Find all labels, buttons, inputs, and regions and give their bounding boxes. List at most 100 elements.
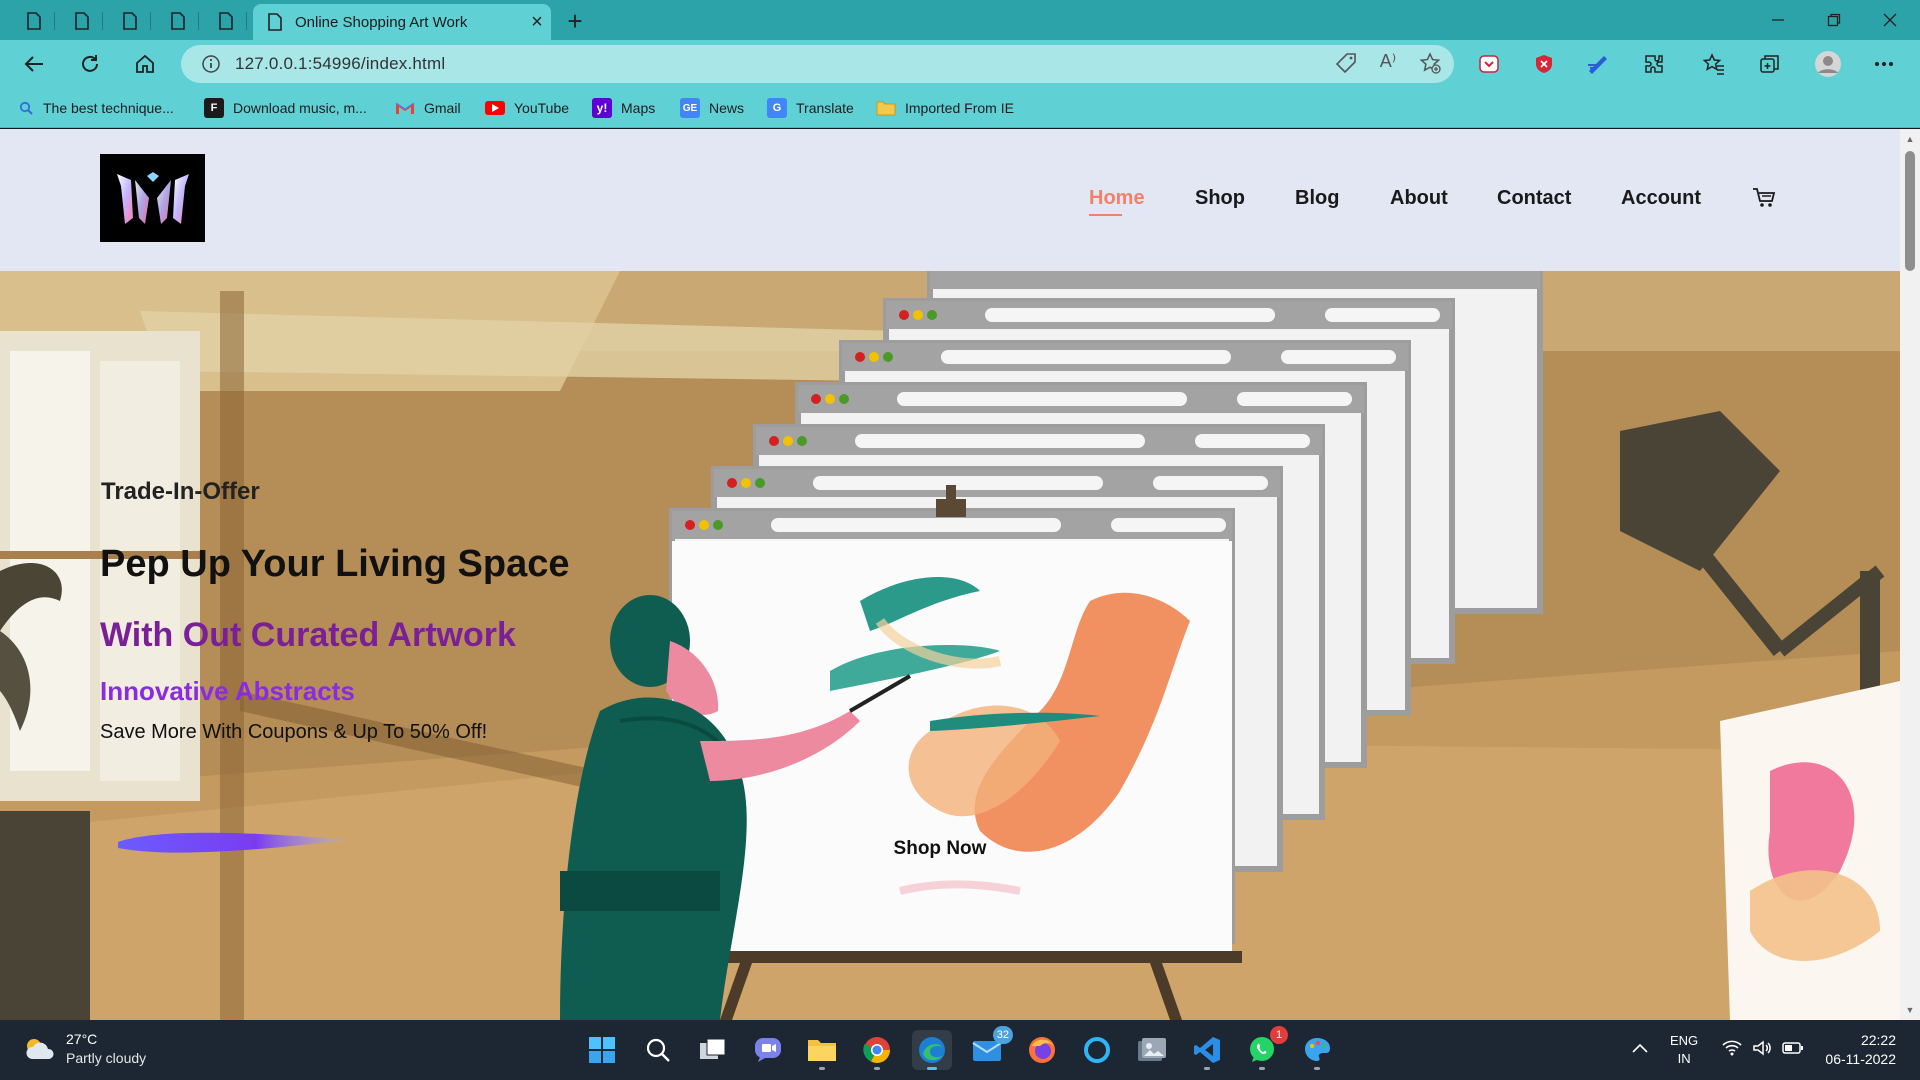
hero-subheadline: Innovative Abstracts [100,676,355,706]
nav-account[interactable]: Account [1621,187,1701,210]
bookmark-item[interactable]: Imported From IE [876,96,1014,120]
bookmark-label: Download music, m... [233,100,367,116]
page-scrollbar[interactable]: ▲ ▼ [1900,129,1920,1020]
close-icon [1883,13,1897,27]
mail-button[interactable]: 32 [967,1026,1013,1070]
task-view-button[interactable] [693,1030,733,1070]
photos-icon [1138,1038,1166,1061]
tab-bar: Online Shopping Art Work × + [0,0,1920,40]
bookmark-item[interactable]: F Download music, m... [204,96,367,120]
bookmark-item[interactable]: GE News [680,96,744,120]
clock[interactable]: 22:22 06-11-2022 [1820,1031,1896,1069]
bookmark-item[interactable]: YouTube [485,96,569,120]
collections-icon[interactable] [1756,50,1784,78]
search-icon [18,98,34,118]
nav-shop[interactable]: Shop [1195,187,1245,210]
vscode-button[interactable] [1187,1030,1227,1070]
teams-chat-button[interactable] [748,1030,788,1070]
url-text[interactable]: 127.0.0.1:54996/index.html [235,54,445,74]
nav-contact[interactable]: Contact [1497,187,1571,210]
profile-avatar-icon[interactable] [1814,50,1842,78]
system-tray[interactable] [1722,1040,1804,1056]
hero-headline: With Out Curated Artwork [100,616,516,654]
lang-bottom: IN [1677,1051,1691,1066]
chrome-button[interactable] [857,1030,897,1070]
page-icon [219,12,233,30]
more-menu-icon[interactable] [1870,50,1898,78]
news-icon: GE [680,98,700,118]
pinned-tab[interactable] [158,6,199,36]
language-indicator[interactable]: ENG IN [1670,1032,1698,1068]
bookmark-label: Imported From IE [905,100,1014,116]
file-explorer-button[interactable] [802,1030,842,1070]
pocket-extension-icon[interactable] [1475,50,1503,78]
bookmark-item[interactable]: G Translate [767,96,854,120]
weather-temp: 27°C [66,1031,98,1047]
paint-button[interactable] [1297,1030,1337,1070]
refresh-button[interactable] [72,46,108,82]
active-tab[interactable]: Online Shopping Art Work × [253,4,551,40]
translate-icon: G [767,98,787,118]
scroll-up-icon[interactable]: ▲ [1904,133,1916,145]
home-icon [136,54,154,73]
photos-button[interactable] [1132,1030,1172,1070]
page-icon [27,12,41,30]
back-arrow-icon [24,56,43,72]
hero-section: Trade-In-Offer Pep Up Your Living Space … [0,271,1900,1020]
nav-about[interactable]: About [1390,187,1448,210]
pinned-tab[interactable] [14,6,55,36]
favorites-icon[interactable] [1700,50,1728,78]
read-aloud-icon[interactable]: A⁾ [1376,51,1400,80]
bookmark-label: Gmail [424,100,461,116]
nav-blog[interactable]: Blog [1295,187,1339,210]
hero-title: Pep Up Your Living Space [100,543,570,585]
yahoo-icon: y! [592,98,612,118]
logo-icon[interactable] [100,154,205,242]
cortana-button[interactable] [1077,1030,1117,1070]
minimize-button[interactable] [1750,0,1806,40]
new-tab-button[interactable]: + [558,6,592,36]
pinned-tab[interactable] [62,6,103,36]
pinned-tab[interactable] [206,6,247,36]
info-icon [202,55,220,73]
page-icon [75,12,89,30]
show-hidden-icons[interactable] [1632,1040,1648,1056]
close-window-button[interactable] [1862,0,1918,40]
scroll-thumb[interactable] [1905,151,1915,271]
address-bar[interactable]: 127.0.0.1:54996/index.html A⁾ [181,45,1454,83]
running-indicator [874,1067,880,1070]
shield-extension-icon[interactable] [1530,50,1558,78]
tag-icon[interactable] [1334,51,1358,80]
close-tab-icon[interactable]: × [523,8,551,36]
minimize-icon [1772,19,1784,21]
running-indicator [1204,1067,1210,1070]
scroll-down-icon[interactable]: ▼ [1904,1004,1916,1016]
shop-now-button[interactable]: Shop Now [884,831,996,867]
start-button[interactable] [582,1030,622,1070]
restore-button[interactable] [1806,0,1862,40]
pinned-tab[interactable] [110,6,151,36]
bookmark-item[interactable]: y! Maps [592,96,655,120]
extensions-icon[interactable] [1640,50,1668,78]
edge-button[interactable] [912,1030,952,1070]
bookmark-item[interactable]: Gmail [395,96,461,120]
weather-desc: Partly cloudy [66,1050,147,1066]
taskbar-search[interactable] [638,1030,678,1070]
page-icon [268,13,282,31]
whatsapp-badge: 1 [1270,1026,1288,1044]
chat-icon [755,1038,781,1062]
whatsapp-button[interactable]: 1 [1242,1026,1288,1070]
bookmark-label: News [709,100,745,116]
bookmark-item[interactable]: The best technique... [18,96,174,120]
weather-widget[interactable]: 27°C Partly cloudy [22,1030,146,1068]
nav-home[interactable]: Home [1089,187,1145,210]
pen-extension-icon[interactable] [1584,50,1612,78]
cart-icon[interactable] [1752,187,1776,214]
vscode-icon [1194,1037,1220,1063]
folder-icon [808,1040,836,1061]
back-button[interactable] [16,46,52,82]
home-button[interactable] [127,46,163,82]
firefox-button[interactable] [1022,1030,1062,1070]
gmail-icon [395,98,415,118]
add-favorite-icon[interactable] [1418,51,1442,80]
